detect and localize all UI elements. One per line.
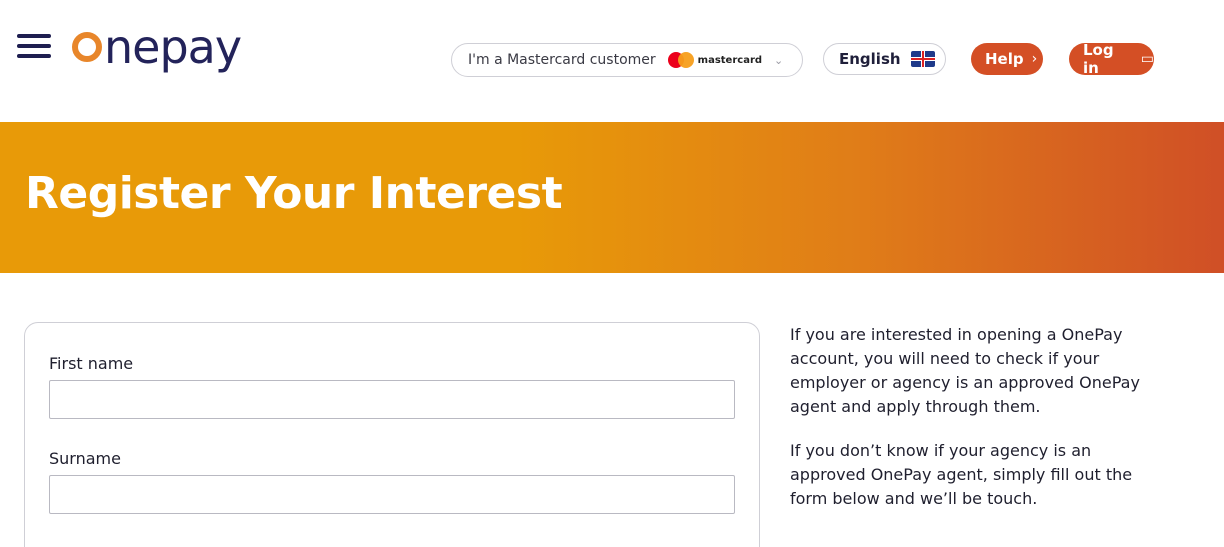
chevron-down-icon: ⌄ [774,53,784,67]
info-paragraph-2: If you don’t know if your agency is an a… [790,441,1133,508]
info-paragraph-1: If you are interested in opening a OnePa… [790,325,1140,416]
site-header: onepay nepay I'm a Mastercard customer m… [0,0,1224,122]
first-name-label: First name [49,354,134,373]
hamburger-menu-icon[interactable] [17,34,51,60]
chevron-right-icon: › [1031,51,1038,67]
page-banner: Register Your Interest [0,122,1224,273]
onepay-logo[interactable]: onepay nepay [72,20,242,84]
page-title: Register Your Interest [25,168,563,219]
mastercard-logo-icon [667,52,694,68]
help-label: Help [985,50,1024,68]
info-text: If you are interested in opening a OnePa… [790,323,1160,531]
mastercard-brand-text: mastercard [697,54,763,66]
lock-icon: ▭ [1140,51,1154,67]
login-button[interactable]: Log in ▭ [1069,41,1154,77]
first-name-input[interactable] [49,380,735,419]
uk-flag-icon [910,51,935,67]
help-button[interactable]: Help › [971,43,1043,75]
logo-wordmark: nepay [104,20,242,74]
surname-label: Surname [49,449,121,468]
logo-o-ring [72,32,102,62]
language-selector[interactable]: English [823,43,946,75]
language-label: English [839,50,901,68]
surname-input[interactable] [49,475,735,514]
mastercard-customer-dropdown[interactable]: I'm a Mastercard customer mastercard ⌄ [451,43,803,77]
register-form-card: First name Surname [24,322,760,547]
mastercard-customer-label: I'm a Mastercard customer [468,52,656,68]
login-label: Log in [1083,41,1114,77]
